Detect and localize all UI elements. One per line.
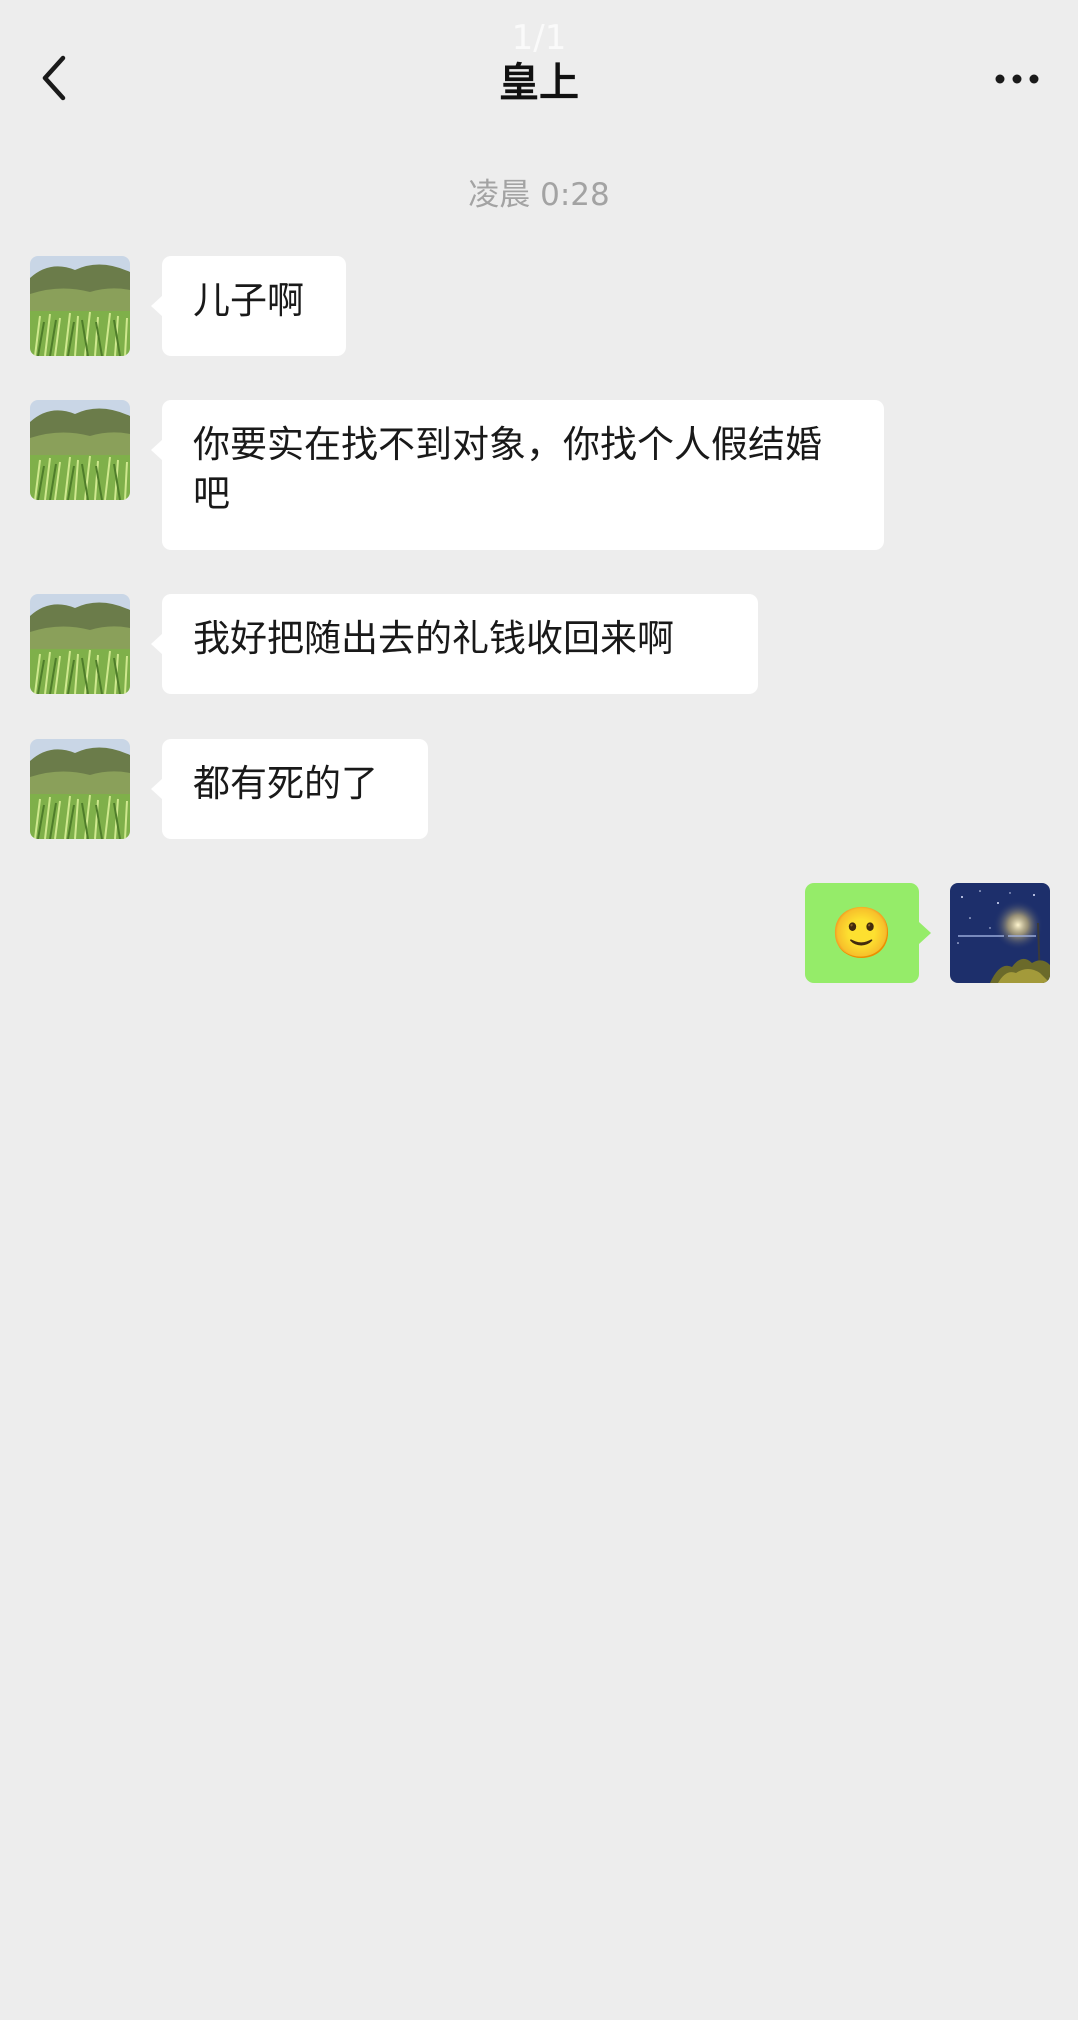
night-sky-avatar-image: [950, 883, 1050, 983]
contact-avatar[interactable]: [30, 256, 130, 356]
incoming-message-bubble[interactable]: 我好把随出去的礼钱收回来啊: [151, 594, 758, 694]
outgoing-message-bubble[interactable]: 🙂: [805, 883, 931, 983]
landscape-avatar-image: [30, 739, 130, 839]
contact-avatar[interactable]: [30, 400, 130, 500]
incoming-message-bubble[interactable]: 都有死的了: [151, 739, 428, 839]
landscape-avatar-image: [30, 256, 130, 356]
contact-avatar[interactable]: [30, 594, 130, 694]
chat-title: 皇上: [499, 60, 579, 106]
contact-avatar[interactable]: [30, 739, 130, 839]
chat-screen: 1/1 皇上 凌晨 0:28 儿子啊 你要实在找不到对象，你找个人假结婚吧 我好…: [0, 0, 1078, 2020]
landscape-avatar-image: [30, 400, 130, 500]
incoming-message-bubble[interactable]: 你要实在找不到对象，你找个人假结婚吧: [151, 400, 884, 550]
chat-timestamp: 凌晨 0:28: [468, 177, 610, 213]
top-bar: 1/1 皇上: [0, 0, 1078, 155]
self-avatar[interactable]: [950, 883, 1050, 983]
incoming-message-bubble[interactable]: 儿子啊: [151, 256, 346, 356]
landscape-avatar-image: [30, 594, 130, 694]
smile-emoji: 🙂: [830, 904, 894, 962]
more-dots-icon: [995, 74, 1039, 84]
more-button[interactable]: [982, 54, 1052, 104]
